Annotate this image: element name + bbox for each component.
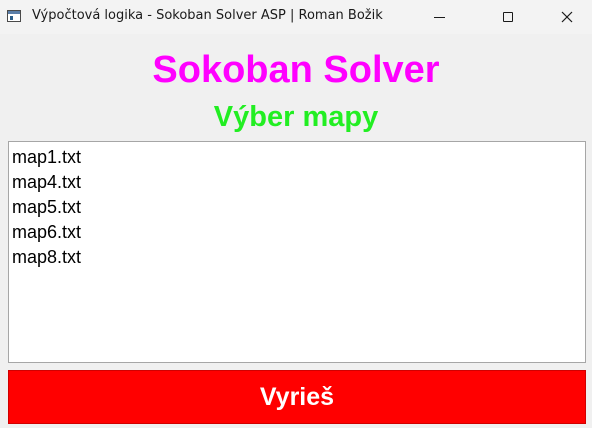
maximize-button[interactable] (485, 0, 531, 34)
list-item[interactable]: map6.txt (12, 220, 585, 245)
window-title: Výpočtová logika - Sokoban Solver ASP | … (32, 8, 383, 23)
app-window-icon (7, 10, 21, 22)
solve-button[interactable]: Vyrieš (8, 370, 586, 424)
close-button[interactable] (544, 0, 590, 34)
map-selection-heading: Výber mapy (213, 101, 379, 133)
maximize-icon (503, 12, 513, 22)
minimize-button[interactable] (416, 0, 462, 34)
list-item[interactable]: map5.txt (12, 195, 585, 220)
app-window: Výpočtová logika - Sokoban Solver ASP | … (0, 0, 592, 428)
minimize-icon (433, 16, 445, 18)
page-title: Sokoban Solver (152, 49, 440, 91)
close-icon (561, 11, 573, 23)
map-listbox[interactable]: map1.txt map4.txt map5.txt map6.txt map8… (8, 141, 586, 363)
list-item[interactable]: map4.txt (12, 170, 585, 195)
list-item[interactable]: map1.txt (12, 145, 585, 170)
list-item[interactable]: map8.txt (12, 245, 585, 270)
title-bar[interactable]: Výpočtová logika - Sokoban Solver ASP | … (0, 0, 592, 34)
